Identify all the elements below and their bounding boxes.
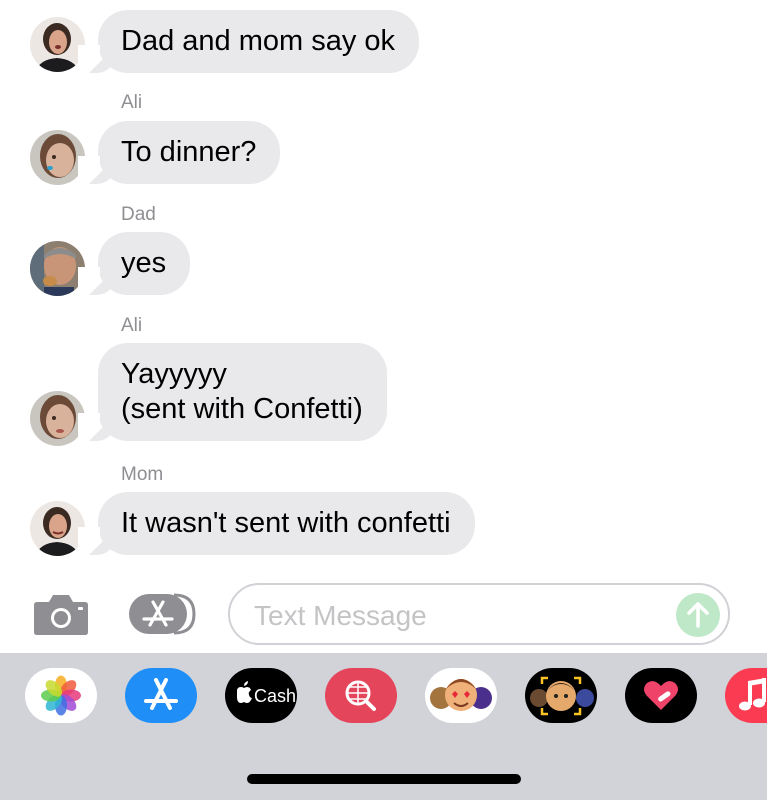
music-icon xyxy=(739,678,766,711)
app-store-button[interactable] xyxy=(125,668,197,723)
message-text: yes xyxy=(121,247,167,279)
messages-screen: Dad and mom say ok Ali To dinner? Dad ye… xyxy=(0,0,767,800)
message-text: Dad and mom say ok xyxy=(121,25,396,57)
photos-app-button[interactable] xyxy=(25,668,97,723)
photos-app-icon xyxy=(41,675,81,716)
camera-icon xyxy=(34,595,88,635)
cash-label: Cash xyxy=(254,686,296,706)
sender-name: Mom xyxy=(121,464,164,485)
avatar-ali[interactable] xyxy=(30,130,85,185)
app-store-drawer-icon xyxy=(129,593,196,635)
message-bubble[interactable]: Dad and mom say ok xyxy=(78,10,420,73)
digital-touch-icon xyxy=(644,681,678,710)
text-message-input[interactable] xyxy=(252,597,656,635)
music-button[interactable] xyxy=(725,668,767,723)
animoji-icon xyxy=(530,676,594,716)
sender-name: Ali xyxy=(121,92,143,113)
web-search-icon xyxy=(345,680,376,711)
message-text: It wasn't sent with confetti xyxy=(121,507,451,539)
memoji-stickers-button[interactable] xyxy=(425,668,497,723)
apple-cash-button[interactable]: Cash xyxy=(225,668,297,723)
message-bubble[interactable]: yes xyxy=(78,232,191,295)
avatar-mom[interactable] xyxy=(30,17,85,72)
digital-touch-button[interactable] xyxy=(625,668,697,723)
home-indicator[interactable] xyxy=(247,774,521,784)
avatar-dad[interactable] xyxy=(30,241,85,296)
app-store-drawer-button[interactable] xyxy=(128,592,196,636)
message-bubble[interactable]: It wasn't sent with confetti xyxy=(78,492,475,555)
arrow-up-icon xyxy=(687,602,709,628)
apple-cash-icon: Cash xyxy=(237,681,296,706)
app-store-icon xyxy=(144,678,178,710)
avatar-mom[interactable] xyxy=(30,501,85,556)
send-button[interactable] xyxy=(676,593,720,637)
sender-name: Ali xyxy=(121,315,143,336)
message-bubble[interactable]: To dinner? xyxy=(78,121,281,184)
message-input-field[interactable] xyxy=(228,583,730,645)
message-text: To dinner? xyxy=(121,136,257,168)
message-text: Yayyyyy (sent with Confetti) xyxy=(121,358,363,425)
web-search-button[interactable] xyxy=(325,668,397,723)
message-bubble[interactable]: Yayyyyy (sent with Confetti) xyxy=(78,343,387,441)
camera-button[interactable] xyxy=(33,592,89,636)
memoji-stickers-icon xyxy=(430,679,492,711)
avatar-ali[interactable] xyxy=(30,391,85,446)
animoji-button[interactable] xyxy=(525,668,597,723)
sender-name: Dad xyxy=(121,204,156,225)
